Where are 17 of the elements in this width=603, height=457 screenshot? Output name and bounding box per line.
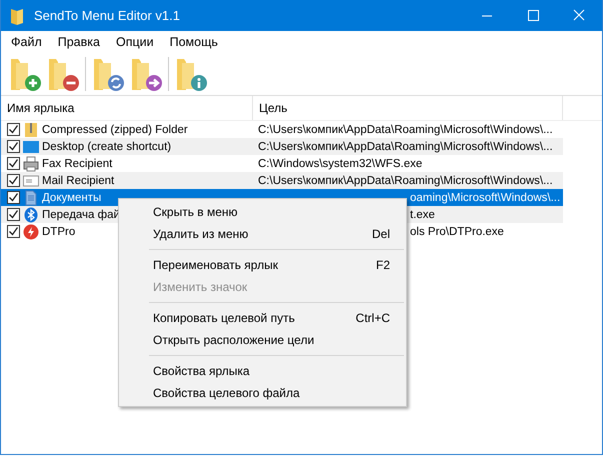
target-path: oaming\Microsoft\Windows\... (410, 192, 560, 204)
shortcut-key: Ctrl+C (356, 311, 390, 325)
target-path: C:\Users\компик\AppData\Roaming\Microsoft\Windows\... (258, 174, 553, 186)
window-title: SendTo Menu Editor v1.1 (34, 8, 181, 23)
shortcut-key: Del (372, 227, 390, 241)
shortcut-name: Документы (42, 192, 102, 204)
shortcut-name: DTPro (42, 226, 76, 238)
target-path: t.exe (410, 208, 435, 220)
target-path: ols Pro\DTPro.exe (410, 226, 504, 238)
target-path: C:\Windows\system32\WFS.exe (258, 158, 422, 170)
target-path: C:\Users\компик\AppData\Roaming\Microsoft\Windows\... (258, 124, 553, 136)
shortcut-key: F2 (376, 258, 390, 272)
target-path: C:\Users\компик\AppData\Roaming\Microsoft\Windows\... (258, 140, 553, 152)
shortcut-name: Desktop (create shortcut) (42, 140, 172, 152)
shortcut-name: Mail Recipient (42, 174, 114, 186)
shortcut-name: Compressed (zipped) Folder (42, 124, 188, 136)
shortcut-name: Fax Recipient (42, 158, 112, 170)
